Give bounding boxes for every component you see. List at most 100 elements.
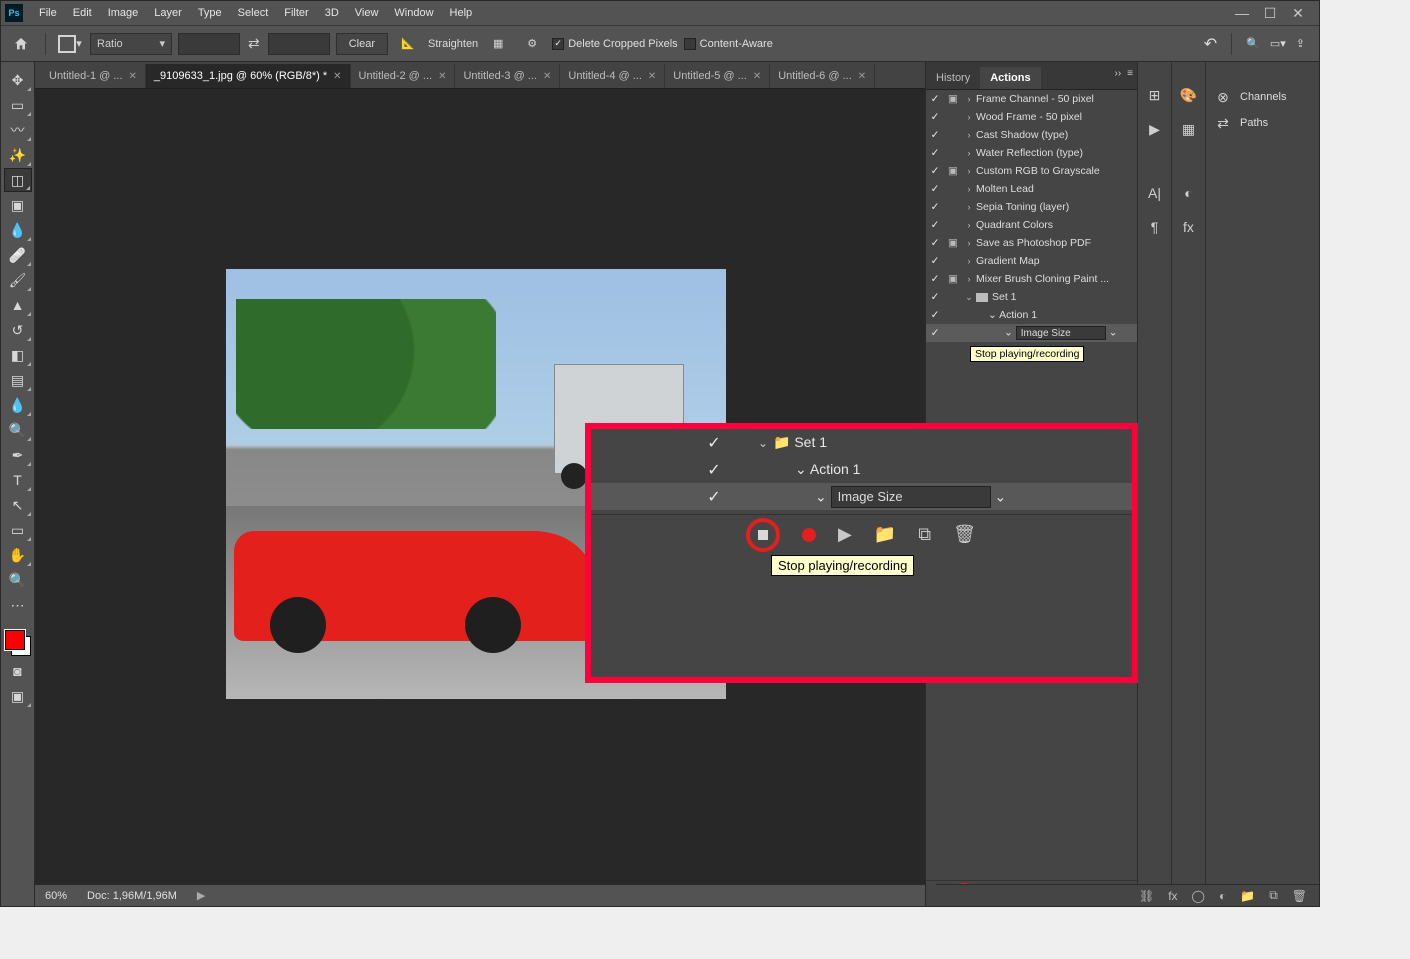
- dodge-tool[interactable]: 🔍: [4, 418, 32, 442]
- straighten-icon[interactable]: 📐: [394, 30, 422, 58]
- crop-width-field[interactable]: [178, 33, 240, 55]
- stop-recording-button-inset[interactable]: [746, 518, 780, 552]
- clear-button[interactable]: Clear: [336, 33, 388, 55]
- close-icon[interactable]: ✕: [438, 71, 446, 82]
- swatches-icon[interactable]: ▦: [1178, 118, 1200, 140]
- action-row[interactable]: ✓▣›Frame Channel - 50 pixel: [926, 90, 1137, 108]
- overlay-grid-icon[interactable]: ▦: [484, 30, 512, 58]
- crop-settings-icon[interactable]: ⚙: [518, 30, 546, 58]
- menu-window[interactable]: Window: [386, 3, 441, 23]
- home-icon[interactable]: [7, 30, 35, 58]
- menu-3d[interactable]: 3D: [317, 3, 347, 23]
- close-icon[interactable]: ✕: [858, 71, 866, 82]
- marquee-tool[interactable]: ▭: [4, 93, 32, 117]
- properties-icon[interactable]: ⊞: [1144, 84, 1166, 106]
- delete-cropped-checkbox[interactable]: ✓Delete Cropped Pixels: [552, 38, 677, 50]
- layer-mask-icon[interactable]: ◯: [1192, 889, 1205, 903]
- gradient-tool[interactable]: ▤: [4, 368, 32, 392]
- menu-select[interactable]: Select: [230, 3, 277, 23]
- doc-tab[interactable]: _9109633_1.jpg @ 60% (RGB/8*) *✕: [146, 64, 351, 88]
- close-icon[interactable]: ✕: [129, 71, 137, 82]
- doc-tab[interactable]: Untitled-4 @ ...✕: [560, 64, 665, 88]
- play-button-inset[interactable]: ▶: [838, 524, 852, 545]
- doc-tab[interactable]: Untitled-5 @ ...✕: [665, 64, 770, 88]
- menu-help[interactable]: Help: [442, 3, 481, 23]
- magic-wand-tool[interactable]: ✨: [4, 143, 32, 167]
- action-row[interactable]: ✓›Quadrant Colors: [926, 216, 1137, 234]
- tab-history[interactable]: History: [926, 67, 980, 89]
- channels-panel-tab[interactable]: ⊗Channels: [1206, 84, 1319, 110]
- window-maximize-icon[interactable]: ☐: [1261, 5, 1279, 22]
- zoom-level[interactable]: 60%: [45, 890, 67, 902]
- menu-view[interactable]: View: [347, 3, 387, 23]
- quick-mask-icon[interactable]: ◙: [4, 659, 32, 683]
- action-set-row[interactable]: ✓⌄Set 1: [926, 288, 1137, 306]
- paths-panel-tab[interactable]: ⇄Paths: [1206, 110, 1319, 136]
- share-icon[interactable]: ⇪: [1296, 37, 1305, 50]
- action-row[interactable]: ✓›Water Reflection (type): [926, 144, 1137, 162]
- new-action-icon-inset[interactable]: ⧉: [918, 524, 931, 545]
- action-row[interactable]: ✓▣›Mixer Brush Cloning Paint ...: [926, 270, 1137, 288]
- doc-info[interactable]: Doc: 1,96M/1,96M: [87, 890, 177, 902]
- character-icon[interactable]: A|: [1144, 182, 1166, 204]
- record-button-inset[interactable]: [802, 528, 816, 542]
- delete-layer-icon[interactable]: 🗑: [1292, 889, 1307, 903]
- action-row[interactable]: ✓›Wood Frame - 50 pixel: [926, 108, 1137, 126]
- menu-edit[interactable]: Edit: [65, 3, 100, 23]
- action-row[interactable]: ✓▣›Custom RGB to Grayscale: [926, 162, 1137, 180]
- move-tool[interactable]: ✥: [4, 68, 32, 92]
- swap-dims-icon[interactable]: ⇄: [246, 35, 262, 52]
- crop-tool[interactable]: ◫: [4, 168, 32, 192]
- crop-height-field[interactable]: [268, 33, 330, 55]
- action-step-row[interactable]: ✓⌄ ⌄: [926, 324, 1137, 342]
- search-icon[interactable]: 🔍: [1246, 37, 1260, 50]
- menu-layer[interactable]: Layer: [146, 3, 190, 23]
- close-icon[interactable]: ✕: [753, 71, 761, 82]
- history-brush-tool[interactable]: ↺: [4, 318, 32, 342]
- adjustments-icon[interactable]: ◐: [1178, 182, 1200, 204]
- action-row[interactable]: ✓›Gradient Map: [926, 252, 1137, 270]
- lasso-tool[interactable]: 〰: [4, 118, 32, 142]
- arrange-docs-icon[interactable]: ▭▾: [1270, 37, 1286, 50]
- action-item-row[interactable]: ✓⌄ Action 1: [926, 306, 1137, 324]
- shape-tool[interactable]: ▭: [4, 518, 32, 542]
- screen-mode-icon[interactable]: ▣: [4, 684, 32, 708]
- close-icon[interactable]: ✕: [648, 71, 656, 82]
- delete-icon-inset[interactable]: 🗑: [953, 524, 976, 545]
- menu-image[interactable]: Image: [100, 3, 147, 23]
- clone-stamp-tool[interactable]: ▲: [4, 293, 32, 317]
- eraser-tool[interactable]: ◧: [4, 343, 32, 367]
- paragraph-icon[interactable]: ¶: [1144, 216, 1166, 238]
- doc-tab[interactable]: Untitled-2 @ ...✕: [351, 64, 456, 88]
- menu-file[interactable]: File: [31, 3, 65, 23]
- edit-toolbar[interactable]: ⋯: [4, 593, 32, 617]
- panel-collapse-icon[interactable]: ››: [1114, 68, 1121, 79]
- doc-info-menu-icon[interactable]: ▶: [197, 889, 205, 902]
- color-swatches[interactable]: [3, 628, 33, 658]
- crop-tool-preset-icon[interactable]: ▾: [56, 30, 84, 58]
- doc-tab[interactable]: Untitled-6 @ ...✕: [770, 64, 875, 88]
- new-group-icon[interactable]: 📁: [1240, 889, 1255, 903]
- action-row[interactable]: ✓›Molten Lead: [926, 180, 1137, 198]
- close-icon[interactable]: ✕: [333, 71, 341, 82]
- pen-tool[interactable]: ✒: [4, 443, 32, 467]
- path-select-tool[interactable]: ↖: [4, 493, 32, 517]
- zoom-tool[interactable]: 🔍: [4, 568, 32, 592]
- color-icon[interactable]: 🎨: [1178, 84, 1200, 106]
- menu-filter[interactable]: Filter: [276, 3, 316, 23]
- fg-color-swatch[interactable]: [5, 630, 25, 650]
- fill-adjust-icon[interactable]: ◐: [1219, 889, 1226, 903]
- new-layer-icon[interactable]: ⧉: [1269, 888, 1278, 903]
- action-row[interactable]: ✓›Cast Shadow (type): [926, 126, 1137, 144]
- new-set-icon-inset[interactable]: 📁: [874, 524, 896, 545]
- brush-tool[interactable]: 🖌: [4, 268, 32, 292]
- layer-fx-icon[interactable]: fx: [1168, 889, 1177, 903]
- doc-tab[interactable]: Untitled-3 @ ...✕: [455, 64, 560, 88]
- healing-brush-tool[interactable]: 🩹: [4, 243, 32, 267]
- doc-tab[interactable]: Untitled-1 @ ...✕: [41, 64, 146, 88]
- action-row[interactable]: ✓›Sepia Toning (layer): [926, 198, 1137, 216]
- play-panel-icon[interactable]: ▶: [1144, 118, 1166, 140]
- menu-type[interactable]: Type: [190, 3, 230, 23]
- action-row[interactable]: ✓▣›Save as Photoshop PDF: [926, 234, 1137, 252]
- hand-tool[interactable]: ✋: [4, 543, 32, 567]
